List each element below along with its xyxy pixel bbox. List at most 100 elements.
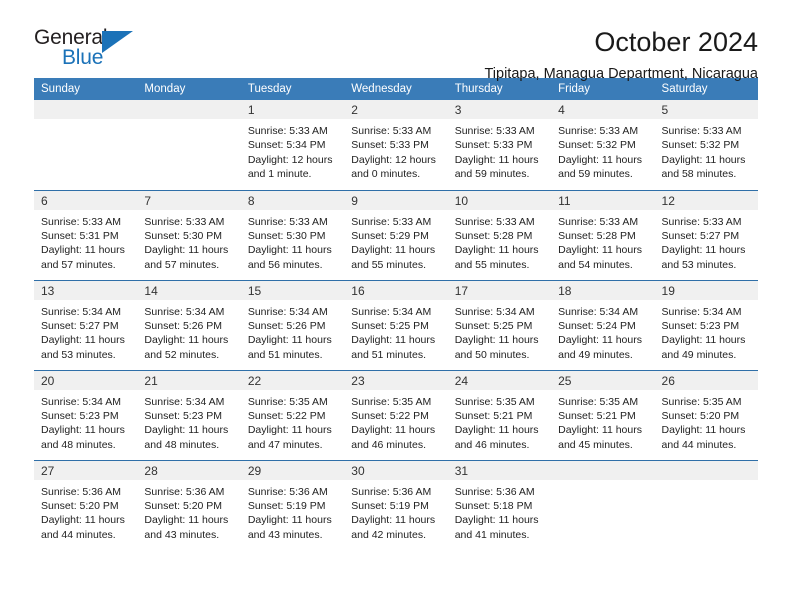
daylight-duration-line2: and 46 minutes. bbox=[454, 438, 530, 451]
triangle-icon bbox=[102, 31, 133, 53]
calendar-day-cell[interactable]: 28 Sunrise: 5:36 AM Sunset: 5:20 PM Dayligh… bbox=[137, 459, 241, 550]
sunrise-time: Sunrise: 5:33 AM bbox=[247, 215, 328, 228]
calendar-day-cell[interactable]: 8 Sunrise: 5:33 AM Sunset: 5:30 PM Daylight… bbox=[240, 189, 345, 280]
sunset-time: Sunset: 5:25 PM bbox=[454, 319, 533, 332]
calendar-day-cell[interactable]: 19 Sunrise: 5:34 AM Sunset: 5:23 PM Dayligh… bbox=[654, 279, 758, 370]
sunset-time: Sunset: 5:33 PM bbox=[351, 139, 429, 152]
daylight-duration-line2: and 55 minutes. bbox=[351, 258, 426, 271]
calendar-day-cell[interactable]: 6 Sunrise: 5:33 AM Sunset: 5:31 PM Daylight… bbox=[34, 189, 138, 280]
calendar-day-cell[interactable]: 30 Sunrise: 5:36 AM Sunset: 5:19 PM Dayligh… bbox=[344, 459, 448, 550]
day-details: Sunrise: 5:33 AM Sunset: 5:33 PM Daylight:… bbox=[344, 119, 447, 182]
sunrise-time: Sunrise: 5:33 AM bbox=[41, 215, 121, 228]
sunset-time: Sunset: 5:22 PM bbox=[247, 409, 326, 422]
weekday-header-tuesday: Tuesday bbox=[240, 78, 345, 100]
day-number bbox=[551, 460, 655, 480]
calendar-day-cell[interactable]: 14 Sunrise: 5:34 AM Sunset: 5:26 PM Dayligh… bbox=[137, 279, 241, 370]
sunrise-sunset-calendar: Sunday Monday Tuesday Wednesday Thursday… bbox=[34, 78, 758, 550]
calendar-day-cell[interactable]: 15 Sunrise: 5:34 AM Sunset: 5:26 PM Dayligh… bbox=[240, 279, 345, 370]
sunset-time: Sunset: 5:22 PM bbox=[351, 409, 429, 422]
calendar-day-cell[interactable]: 25 Sunrise: 5:35 AM Sunset: 5:21 PM Dayligh… bbox=[551, 369, 655, 460]
day-number: 24 bbox=[447, 370, 552, 390]
daylight-duration-line2: and 51 minutes. bbox=[351, 348, 426, 361]
daylight-duration-line2: and 54 minutes. bbox=[558, 258, 633, 271]
day-number: 4 bbox=[551, 100, 655, 119]
calendar-day-cell-empty bbox=[34, 100, 138, 190]
daylight-duration-line1: Daylight: 11 hours bbox=[351, 244, 436, 257]
daylight-duration-line2: and 46 minutes. bbox=[351, 438, 426, 451]
calendar-day-cell[interactable]: 27 Sunrise: 5:36 AM Sunset: 5:20 PM Dayligh… bbox=[34, 459, 138, 550]
day-details: Sunrise: 5:33 AM Sunset: 5:32 PM Daylight:… bbox=[655, 119, 758, 182]
day-details: Sunrise: 5:35 AM Sunset: 5:21 PM Daylight:… bbox=[448, 390, 551, 453]
calendar-day-cell[interactable]: 13 Sunrise: 5:34 AM Sunset: 5:27 PM Dayligh… bbox=[34, 279, 138, 370]
day-details: Sunrise: 5:34 AM Sunset: 5:27 PM Daylight:… bbox=[34, 300, 137, 363]
sunset-time: Sunset: 5:26 PM bbox=[247, 319, 326, 332]
calendar-day-cell[interactable]: 24 Sunrise: 5:35 AM Sunset: 5:21 PM Dayligh… bbox=[447, 369, 552, 460]
calendar-week-row: 27 Sunrise: 5:36 AM Sunset: 5:20 PM Dayligh… bbox=[34, 459, 758, 550]
day-details: Sunrise: 5:33 AM Sunset: 5:34 PM Daylight:… bbox=[241, 119, 344, 182]
daylight-duration-line1: Daylight: 11 hours bbox=[661, 153, 746, 166]
page-header: General Blue October 2024 Tipitapa, Mana… bbox=[34, 0, 758, 82]
sunrise-time: Sunrise: 5:34 AM bbox=[144, 305, 225, 318]
daylight-duration-line1: Daylight: 11 hours bbox=[351, 424, 436, 437]
calendar-day-cell[interactable]: 1 Sunrise: 5:33 AM Sunset: 5:34 PM Daylight… bbox=[240, 100, 345, 190]
daylight-duration-line2: and 53 minutes. bbox=[661, 258, 737, 271]
calendar-day-cell[interactable]: 5 Sunrise: 5:33 AM Sunset: 5:32 PM Daylight… bbox=[654, 100, 758, 190]
calendar-page: General Blue October 2024 Tipitapa, Mana… bbox=[0, 0, 792, 612]
calendar-day-cell[interactable]: 11 Sunrise: 5:33 AM Sunset: 5:28 PM Dayligh… bbox=[551, 189, 655, 280]
sunrise-time: Sunrise: 5:33 AM bbox=[558, 215, 639, 228]
sunset-time: Sunset: 5:30 PM bbox=[144, 229, 223, 242]
daylight-duration-line1: Daylight: 11 hours bbox=[454, 334, 539, 347]
calendar-day-cell[interactable]: 22 Sunrise: 5:35 AM Sunset: 5:22 PM Dayligh… bbox=[240, 369, 345, 460]
calendar-day-cell[interactable]: 31 Sunrise: 5:36 AM Sunset: 5:18 PM Dayligh… bbox=[447, 459, 552, 550]
daylight-duration-line1: Daylight: 11 hours bbox=[454, 424, 539, 437]
calendar-day-cell[interactable]: 2 Sunrise: 5:33 AM Sunset: 5:33 PM Daylight… bbox=[344, 100, 448, 190]
day-number: 6 bbox=[34, 190, 138, 210]
calendar-day-cell-empty bbox=[137, 100, 241, 190]
daylight-duration-line1: Daylight: 11 hours bbox=[247, 244, 332, 257]
sunset-time: Sunset: 5:19 PM bbox=[247, 499, 326, 512]
daylight-duration-line1: Daylight: 11 hours bbox=[144, 424, 229, 437]
calendar-day-cell-empty bbox=[654, 459, 758, 550]
sunrise-time: Sunrise: 5:33 AM bbox=[661, 215, 742, 228]
daylight-duration-line1: Daylight: 11 hours bbox=[454, 153, 539, 166]
calendar-day-cell-empty bbox=[551, 459, 655, 550]
sunrise-time: Sunrise: 5:35 AM bbox=[661, 395, 742, 408]
calendar-week-row: 13 Sunrise: 5:34 AM Sunset: 5:27 PM Dayligh… bbox=[34, 279, 758, 370]
sunrise-time: Sunrise: 5:33 AM bbox=[351, 125, 432, 137]
calendar-day-cell[interactable]: 21 Sunrise: 5:34 AM Sunset: 5:23 PM Dayligh… bbox=[137, 369, 241, 460]
sunrise-time: Sunrise: 5:36 AM bbox=[144, 485, 225, 498]
general-blue-logo[interactable]: General Blue bbox=[34, 26, 144, 74]
calendar-day-cell[interactable]: 16 Sunrise: 5:34 AM Sunset: 5:25 PM Dayligh… bbox=[344, 279, 448, 370]
calendar-day-cell[interactable]: 20 Sunrise: 5:34 AM Sunset: 5:23 PM Dayligh… bbox=[34, 369, 138, 460]
sunrise-time: Sunrise: 5:34 AM bbox=[41, 305, 121, 318]
calendar-day-cell[interactable]: 3 Sunrise: 5:33 AM Sunset: 5:33 PM Daylight… bbox=[447, 100, 552, 190]
calendar-day-cell[interactable]: 7 Sunrise: 5:33 AM Sunset: 5:30 PM Daylight… bbox=[137, 189, 241, 280]
calendar-day-cell[interactable]: 17 Sunrise: 5:34 AM Sunset: 5:25 PM Dayligh… bbox=[447, 279, 552, 370]
daylight-duration-line2: and 48 minutes. bbox=[41, 438, 116, 451]
day-details: Sunrise: 5:33 AM Sunset: 5:30 PM Daylight:… bbox=[241, 210, 344, 273]
calendar-day-cell[interactable]: 26 Sunrise: 5:35 AM Sunset: 5:20 PM Dayligh… bbox=[654, 369, 758, 460]
calendar-day-cell[interactable]: 18 Sunrise: 5:34 AM Sunset: 5:24 PM Dayligh… bbox=[551, 279, 655, 370]
title-block: October 2024 Tipitapa, Managua Departmen… bbox=[484, 26, 758, 84]
day-details: Sunrise: 5:36 AM Sunset: 5:19 PM Daylight:… bbox=[344, 480, 447, 543]
calendar-day-cell[interactable]: 12 Sunrise: 5:33 AM Sunset: 5:27 PM Dayligh… bbox=[654, 189, 758, 280]
calendar-day-cell[interactable]: 9 Sunrise: 5:33 AM Sunset: 5:29 PM Daylight… bbox=[344, 189, 448, 280]
sunrise-time: Sunrise: 5:34 AM bbox=[247, 305, 328, 318]
sunset-time: Sunset: 5:23 PM bbox=[661, 319, 740, 332]
calendar-day-cell[interactable]: 10 Sunrise: 5:33 AM Sunset: 5:28 PM Dayligh… bbox=[447, 189, 552, 280]
calendar-day-cell[interactable]: 4 Sunrise: 5:33 AM Sunset: 5:32 PM Daylight… bbox=[551, 100, 655, 190]
day-details: Sunrise: 5:33 AM Sunset: 5:28 PM Daylight:… bbox=[448, 210, 551, 273]
day-details: Sunrise: 5:33 AM Sunset: 5:27 PM Daylight:… bbox=[655, 210, 758, 273]
day-number: 13 bbox=[34, 280, 138, 300]
sunrise-time: Sunrise: 5:36 AM bbox=[41, 485, 121, 498]
calendar-day-cell[interactable]: 23 Sunrise: 5:35 AM Sunset: 5:22 PM Dayligh… bbox=[344, 369, 448, 460]
day-number: 5 bbox=[654, 100, 758, 119]
sunrise-time: Sunrise: 5:35 AM bbox=[558, 395, 639, 408]
sunset-time: Sunset: 5:24 PM bbox=[558, 319, 636, 332]
daylight-duration-line1: Daylight: 11 hours bbox=[454, 244, 539, 257]
sunset-time: Sunset: 5:23 PM bbox=[41, 409, 119, 422]
calendar-day-cell[interactable]: 29 Sunrise: 5:36 AM Sunset: 5:19 PM Dayligh… bbox=[240, 459, 345, 550]
daylight-duration-line2: and 56 minutes. bbox=[247, 258, 323, 271]
daylight-duration-line1: Daylight: 11 hours bbox=[661, 244, 746, 257]
day-number bbox=[137, 100, 241, 119]
